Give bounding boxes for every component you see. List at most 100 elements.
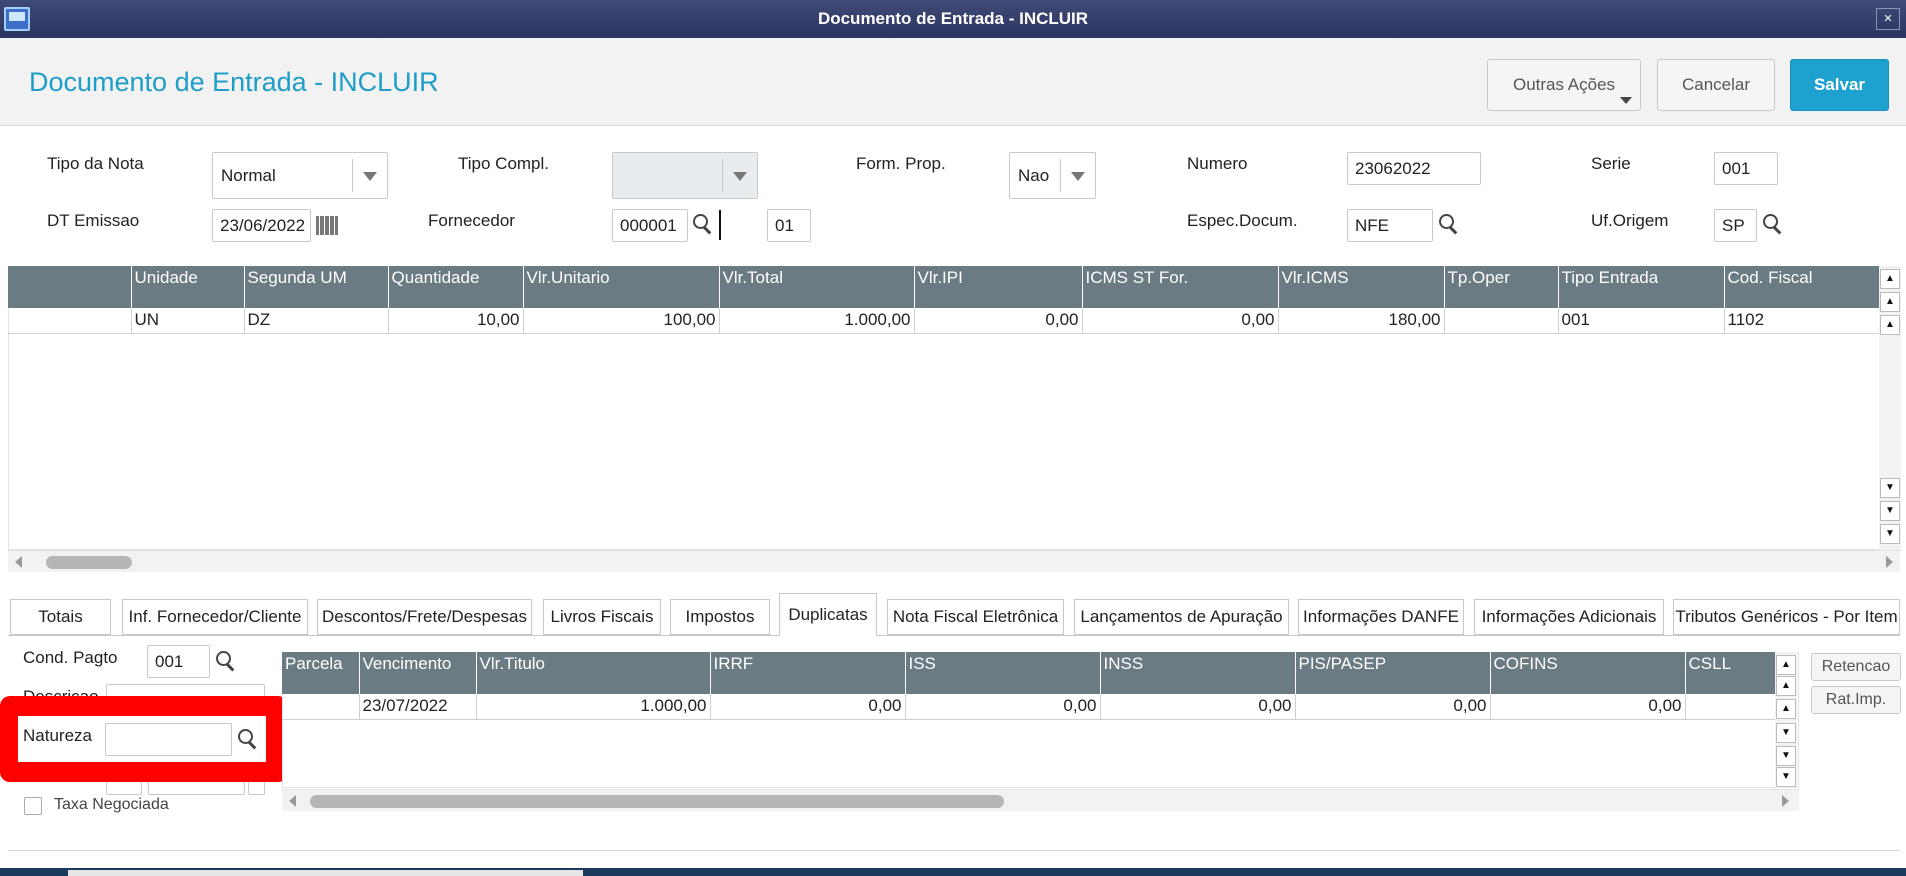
column-header[interactable]: Parcela bbox=[282, 652, 360, 694]
table-cell[interactable]: 0,00 bbox=[1100, 694, 1296, 720]
table-cell[interactable]: 10,00 bbox=[388, 308, 524, 334]
items-vertical-scrollbar[interactable]: ▲ ▲ ▲ ▼ ▼ ▼ bbox=[1879, 266, 1901, 550]
fornecedor-loja-field[interactable]: 01 bbox=[767, 209, 811, 242]
dt-emissao-field[interactable]: 23/06/2022 bbox=[212, 209, 311, 242]
espec-docum-field[interactable]: NFE bbox=[1347, 209, 1433, 242]
serie-field[interactable]: 001 bbox=[1714, 152, 1778, 185]
scrollbar-thumb[interactable] bbox=[310, 795, 1004, 808]
scroll-up-icon[interactable]: ▲ bbox=[1776, 699, 1796, 719]
column-header[interactable]: CSLL bbox=[1685, 652, 1777, 694]
scroll-page-up-icon[interactable]: ▲ bbox=[1776, 676, 1796, 696]
table-cell[interactable] bbox=[282, 694, 360, 720]
scroll-down-icon[interactable]: ▼ bbox=[1776, 723, 1796, 743]
table-row[interactable]: 23/07/2022 1.000,00 0,00 0,00 0,00 0,00 … bbox=[282, 694, 1777, 720]
tab-tributos-genericos[interactable]: Tributos Genéricos - Por Item bbox=[1673, 599, 1900, 635]
table-cell[interactable]: 0,00 bbox=[914, 308, 1083, 334]
rat-imp-button[interactable]: Rat.Imp. bbox=[1811, 686, 1901, 714]
scroll-page-down-icon[interactable]: ▼ bbox=[1880, 501, 1900, 521]
search-icon[interactable] bbox=[238, 729, 260, 751]
tab-inf-fornecedor-cliente[interactable]: Inf. Fornecedor/Cliente bbox=[122, 599, 308, 635]
taxa-negociada-checkbox[interactable] bbox=[24, 797, 42, 815]
column-header[interactable]: Vencimento bbox=[359, 652, 477, 694]
scroll-top-icon[interactable]: ▲ bbox=[1880, 269, 1900, 289]
outras-acoes-button[interactable]: Outras Ações bbox=[1487, 59, 1641, 111]
table-cell[interactable] bbox=[1444, 308, 1559, 334]
table-cell[interactable]: 0,00 bbox=[1295, 694, 1491, 720]
column-header[interactable]: ISS bbox=[905, 652, 1101, 694]
save-button[interactable]: Salvar bbox=[1790, 59, 1889, 111]
column-header[interactable]: PIS/PASEP bbox=[1295, 652, 1491, 694]
tab-informacoes-adicionais[interactable]: Informações Adicionais bbox=[1474, 599, 1664, 635]
table-cell[interactable]: 100,00 bbox=[523, 308, 720, 334]
tab-livros-fiscais[interactable]: Livros Fiscais bbox=[543, 599, 661, 635]
retencao-button[interactable]: Retencao bbox=[1811, 653, 1901, 681]
column-header[interactable]: Vlr.Titulo bbox=[476, 652, 711, 694]
duplicatas-vertical-scrollbar[interactable]: ▲ ▲ ▲ ▼ ▼ ▼ bbox=[1775, 652, 1797, 788]
uf-origem-field[interactable]: SP bbox=[1714, 209, 1757, 242]
tab-descontos-frete-despesas[interactable]: Descontos/Frete/Despesas bbox=[317, 599, 532, 635]
table-cell[interactable]: 001 bbox=[1558, 308, 1725, 334]
column-header[interactable]: Quantidade bbox=[388, 266, 524, 308]
table-cell[interactable]: 0,00 bbox=[710, 694, 906, 720]
table-cell[interactable]: 0,00 bbox=[1082, 308, 1279, 334]
search-icon[interactable] bbox=[1763, 214, 1785, 236]
column-header[interactable]: ICMS ST For. bbox=[1082, 266, 1279, 308]
tab-impostos[interactable]: Impostos bbox=[670, 599, 770, 635]
cond-pagto-field[interactable]: 001 bbox=[147, 645, 210, 678]
scroll-up-icon[interactable]: ▲ bbox=[1880, 315, 1900, 335]
tab-lancamentos-apuracao[interactable]: Lançamentos de Apuração bbox=[1074, 599, 1289, 635]
tab-totais[interactable]: Totais bbox=[10, 599, 111, 635]
table-cell[interactable]: DZ bbox=[244, 308, 389, 334]
scroll-left-icon[interactable] bbox=[15, 556, 22, 568]
scroll-bottom-icon[interactable]: ▼ bbox=[1880, 524, 1900, 544]
search-icon[interactable] bbox=[216, 651, 238, 673]
table-row[interactable]: UN DZ 10,00 100,00 1.000,00 0,00 0,00 18… bbox=[8, 308, 1881, 334]
calendar-icon[interactable] bbox=[316, 216, 338, 235]
column-header[interactable]: INSS bbox=[1100, 652, 1296, 694]
column-header[interactable]: Segunda UM bbox=[244, 266, 389, 308]
tipo-nota-select[interactable]: Normal bbox=[212, 152, 388, 199]
table-cell[interactable]: 23/07/2022 bbox=[359, 694, 477, 720]
scroll-left-icon[interactable] bbox=[289, 795, 296, 807]
column-header[interactable]: Vlr.Unitario bbox=[523, 266, 720, 308]
table-cell[interactable]: 1.000,00 bbox=[476, 694, 711, 720]
column-header[interactable]: Vlr.Total bbox=[719, 266, 915, 308]
table-cell[interactable]: 1.000,00 bbox=[719, 308, 915, 334]
column-header[interactable]: Tipo Entrada bbox=[1558, 266, 1725, 308]
scrollbar-thumb[interactable] bbox=[46, 556, 132, 569]
scroll-page-down-icon[interactable]: ▼ bbox=[1776, 746, 1796, 766]
tab-informacoes-danfe[interactable]: Informações DANFE bbox=[1298, 599, 1464, 635]
column-header[interactable]: IRRF bbox=[710, 652, 906, 694]
scroll-top-icon[interactable]: ▲ bbox=[1776, 655, 1796, 675]
tipo-compl-select[interactable] bbox=[612, 152, 758, 199]
tab-nota-fiscal-eletronica[interactable]: Nota Fiscal Eletrônica bbox=[887, 599, 1064, 635]
column-header[interactable]: Tp.Oper bbox=[1444, 266, 1559, 308]
items-grid-header-cell[interactable] bbox=[8, 266, 132, 308]
column-header[interactable]: Cod. Fiscal bbox=[1724, 266, 1881, 308]
column-header[interactable]: Vlr.IPI bbox=[914, 266, 1083, 308]
search-icon[interactable] bbox=[1439, 214, 1461, 236]
table-cell[interactable] bbox=[1685, 694, 1777, 720]
table-cell[interactable]: 180,00 bbox=[1278, 308, 1445, 334]
close-window-button[interactable]: × bbox=[1876, 8, 1900, 30]
table-cell[interactable]: 1102 bbox=[1724, 308, 1881, 334]
numero-field[interactable]: 23062022 bbox=[1347, 152, 1481, 185]
column-header[interactable]: Unidade bbox=[131, 266, 245, 308]
table-cell[interactable]: 0,00 bbox=[905, 694, 1101, 720]
form-prop-select[interactable]: Nao bbox=[1009, 152, 1096, 199]
scroll-right-icon[interactable] bbox=[1782, 795, 1789, 807]
table-cell[interactable]: 0,00 bbox=[1490, 694, 1686, 720]
table-cell[interactable]: UN bbox=[131, 308, 245, 334]
column-header[interactable]: COFINS bbox=[1490, 652, 1686, 694]
cancel-button[interactable]: Cancelar bbox=[1657, 59, 1775, 111]
column-header[interactable]: Vlr.ICMS bbox=[1278, 266, 1445, 308]
search-icon[interactable] bbox=[693, 214, 715, 236]
duplicatas-horizontal-scrollbar[interactable] bbox=[282, 789, 1799, 811]
tab-duplicatas[interactable]: Duplicatas bbox=[779, 593, 877, 636]
fornecedor-code-field[interactable]: 000001 bbox=[612, 209, 688, 242]
scroll-page-up-icon[interactable]: ▲ bbox=[1880, 292, 1900, 312]
items-horizontal-scrollbar[interactable] bbox=[8, 550, 1900, 572]
scroll-bottom-icon[interactable]: ▼ bbox=[1776, 767, 1796, 787]
scroll-down-icon[interactable]: ▼ bbox=[1880, 478, 1900, 498]
table-cell[interactable] bbox=[8, 308, 132, 334]
